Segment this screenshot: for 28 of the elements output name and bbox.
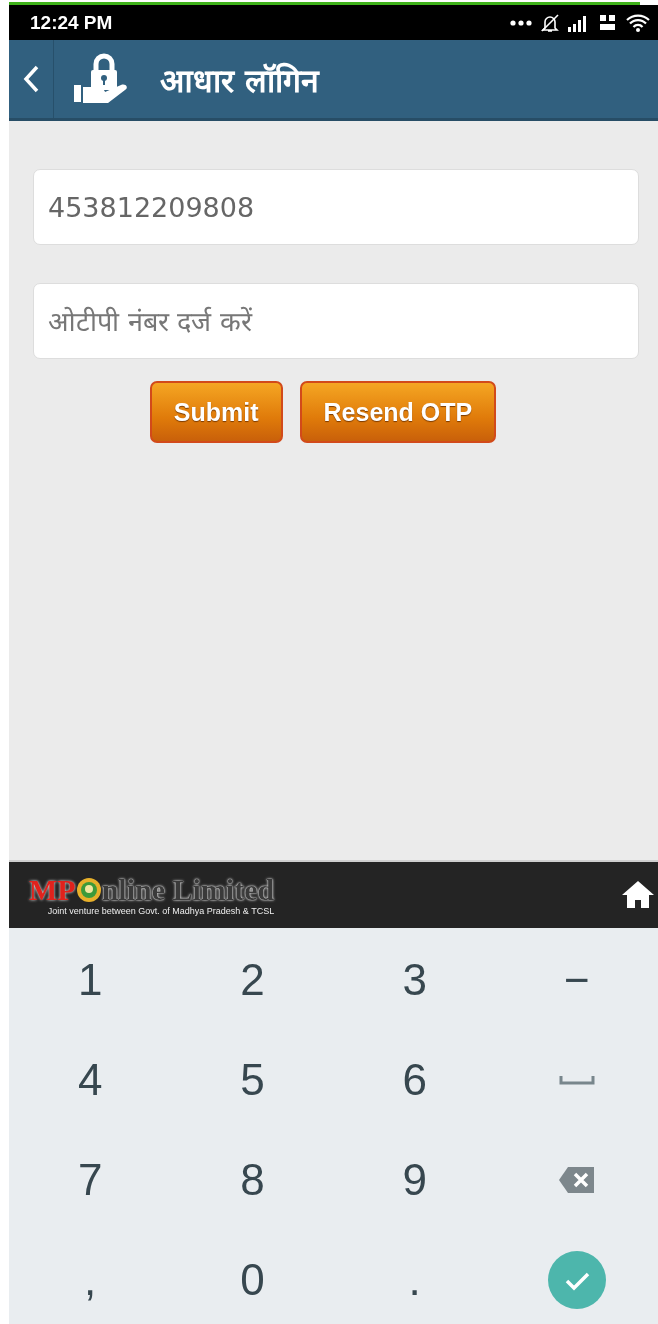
keyboard-key[interactable]: . xyxy=(394,1249,435,1311)
keyboard-key[interactable]: 9 xyxy=(388,1149,441,1211)
page-title: आधार लॉगिन xyxy=(160,60,320,101)
keyboard-key[interactable]: 3 xyxy=(388,949,441,1011)
muted-bell-icon xyxy=(540,12,560,33)
input-field[interactable]: 453812209808 xyxy=(33,169,639,245)
home-icon xyxy=(620,878,656,909)
keyboard-key[interactable]: 6 xyxy=(388,1049,441,1111)
keyboard-key[interactable]: 4 xyxy=(63,1049,117,1111)
keyboard-key[interactable]: 5 xyxy=(226,1049,279,1111)
keyboard-key[interactable]: 1 xyxy=(63,949,117,1011)
keyboard-key[interactable]: 8 xyxy=(226,1149,279,1211)
emblem-icon xyxy=(75,876,102,903)
space-key-icon xyxy=(558,1075,595,1085)
more-dots-icon xyxy=(510,19,532,26)
input-field[interactable]: ओटीपी नंबर दर्ज करें xyxy=(33,283,639,359)
keyboard-key[interactable]: 0 xyxy=(226,1249,279,1311)
status-time: 12:24 PM xyxy=(30,11,113,34)
keyboard-key[interactable]: 2 xyxy=(226,949,279,1011)
keyboard-key[interactable]: − xyxy=(550,949,604,1011)
logo-text: MP xyxy=(29,874,76,905)
backspace-icon xyxy=(557,1166,596,1194)
logo-tagline: Joint venture between Govt. of Madhya Pradesh & TCSL xyxy=(47,905,275,916)
checkmark-icon xyxy=(547,1251,606,1309)
wifi-icon xyxy=(626,13,650,32)
logo-text: nline Limited xyxy=(101,874,275,905)
keyboard-key[interactable]: , xyxy=(70,1249,111,1311)
keyboard-key[interactable]: 7 xyxy=(63,1149,117,1211)
